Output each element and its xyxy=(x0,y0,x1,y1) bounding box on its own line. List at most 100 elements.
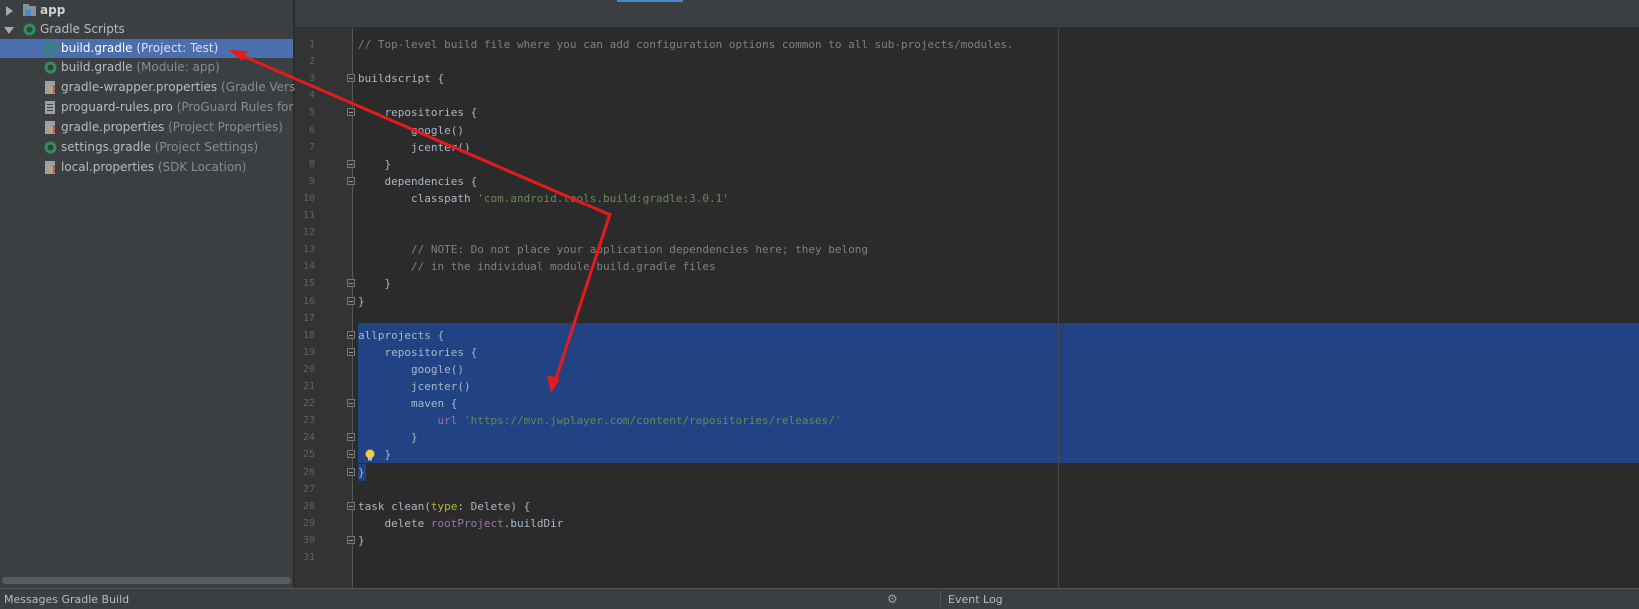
line-number: 24 xyxy=(302,432,315,444)
gradle-file-icon xyxy=(44,141,57,154)
line-number: 1 xyxy=(308,39,315,50)
properties-file-icon xyxy=(45,81,55,94)
line-number: 15 xyxy=(302,278,315,290)
code-line: // in the individual module build.gradle… xyxy=(358,258,716,275)
line-number: 9 xyxy=(308,175,315,187)
code-token: } xyxy=(358,533,365,547)
selection-highlight xyxy=(358,322,1639,464)
fold-marker-icon[interactable] xyxy=(347,330,355,339)
collapse-arrow-icon[interactable] xyxy=(4,27,14,34)
horizontal-scrollbar[interactable] xyxy=(2,577,291,584)
line-number: 28 xyxy=(302,500,315,512)
tree-item-label: gradle.properties xyxy=(61,120,165,134)
gradle-file-icon xyxy=(44,42,57,55)
tree-item-hint: (Project Settings) xyxy=(150,140,259,154)
code-token: type xyxy=(430,499,458,513)
fold-marker-icon[interactable] xyxy=(347,347,355,356)
line-number: 30 xyxy=(302,534,315,546)
code-line: google() xyxy=(358,122,464,139)
line-number: 25 xyxy=(302,449,315,461)
fold-marker-icon[interactable] xyxy=(347,399,355,408)
fold-marker-icon[interactable] xyxy=(347,74,355,83)
active-tab-indicator xyxy=(617,0,683,2)
code-token: rootProject xyxy=(430,516,504,530)
code-token: // NOTE: Do not place your application d… xyxy=(358,243,868,257)
code-token: dependencies { xyxy=(358,174,478,188)
tree-item-build-gradle-module[interactable]: build.gradle (Module: app) xyxy=(0,58,293,77)
code-line: } xyxy=(358,275,391,292)
tree-item-hint: (Module: app) xyxy=(132,60,220,74)
code-token: } xyxy=(358,431,418,445)
code-line: repositories { xyxy=(358,344,477,361)
fold-marker-icon[interactable] xyxy=(347,501,355,510)
tree-item-gradle-properties[interactable]: gradle.properties (Project Properties) xyxy=(0,118,293,137)
tree-item-app[interactable]: app xyxy=(0,1,293,20)
tree-item-hint: (SDK Location) xyxy=(154,160,247,174)
line-number: 12 xyxy=(302,227,315,239)
tree-item-build-gradle-project[interactable]: build.gradle (Project: Test) xyxy=(0,39,293,58)
line-number: 13 xyxy=(302,244,315,256)
code-token: .buildDir xyxy=(503,516,564,530)
fold-marker-icon[interactable] xyxy=(347,450,355,459)
line-number: 29 xyxy=(302,517,315,529)
properties-file-icon xyxy=(45,121,55,134)
code-line: repositories { xyxy=(358,104,477,121)
line-number: 31 xyxy=(302,552,315,563)
code-line: google() xyxy=(358,361,464,378)
code-line: allprojects { xyxy=(358,327,444,344)
code-token: allprojects { xyxy=(358,328,445,342)
project-tree: app Gradle Scripts build.gradle (Project… xyxy=(0,0,325,588)
lightbulb-icon[interactable] xyxy=(364,449,376,461)
tree-item-proguard-rules[interactable]: proguard-rules.pro (ProGuard Rules for a… xyxy=(0,98,325,117)
code-line: // Top-level build file where you can ad… xyxy=(358,36,1014,53)
code-token: } xyxy=(358,277,392,291)
code-token: task clean( xyxy=(358,499,431,513)
code-token: repositories { xyxy=(358,106,478,120)
code-line: jcenter() xyxy=(358,378,471,395)
code-line: } xyxy=(358,156,391,173)
event-log-label[interactable]: Event Log xyxy=(948,593,1003,606)
code-token: // in the individual module build.gradle… xyxy=(358,260,716,274)
line-number: 4 xyxy=(308,90,315,102)
fold-marker-icon[interactable] xyxy=(347,176,355,185)
line-number: 6 xyxy=(308,124,315,136)
gradle-file-icon xyxy=(44,61,57,74)
code-token: 'https://mvn.jwplayer.com/content/reposi… xyxy=(463,414,842,428)
tree-item-gradle-scripts[interactable]: Gradle Scripts xyxy=(0,20,293,39)
code-line: buildscript { xyxy=(358,70,444,87)
code-token: maven { xyxy=(358,397,458,411)
fold-marker-icon[interactable] xyxy=(347,296,355,305)
line-number: 27 xyxy=(302,483,315,495)
fold-marker-icon[interactable] xyxy=(347,535,355,544)
right-margin-guide xyxy=(1058,28,1059,588)
fold-marker-icon[interactable] xyxy=(347,433,355,442)
code-token: google() xyxy=(358,362,464,376)
gear-icon[interactable]: ⚙ xyxy=(887,592,898,606)
line-number: 17 xyxy=(302,312,315,324)
tree-item-label: gradle-wrapper.properties xyxy=(61,80,218,94)
fold-marker-icon[interactable] xyxy=(347,279,355,288)
fold-marker-icon[interactable] xyxy=(347,108,355,117)
messages-tool-label[interactable]: Messages Gradle Build xyxy=(4,593,129,606)
code-line: url 'https://mvn.jwplayer.com/content/re… xyxy=(358,412,841,429)
line-number: 22 xyxy=(302,398,315,410)
tree-item-settings-gradle[interactable]: settings.gradle (Project Settings) xyxy=(0,138,293,157)
line-number: 14 xyxy=(302,261,315,273)
fold-marker-icon[interactable] xyxy=(347,467,355,476)
folder-icon xyxy=(23,4,36,16)
tree-item-gradle-wrapper-properties[interactable]: gradle-wrapper.properties (Gradle Versio… xyxy=(0,78,318,97)
code-line: maven { xyxy=(358,395,457,412)
tree-item-local-properties[interactable]: local.properties (SDK Location) xyxy=(0,158,293,177)
code-editor[interactable] xyxy=(353,28,1639,588)
line-number: 5 xyxy=(308,107,315,119)
fold-marker-icon[interactable] xyxy=(347,159,355,168)
expand-arrow-icon[interactable] xyxy=(6,6,13,16)
tree-item-label: local.properties xyxy=(61,160,155,174)
line-number: 8 xyxy=(308,158,315,170)
tree-item-hint: (Project: Test) xyxy=(132,41,219,55)
code-token: repositories { xyxy=(358,345,478,359)
line-number: 11 xyxy=(302,210,315,221)
code-line: delete rootProject.buildDir xyxy=(358,515,563,532)
line-number: 21 xyxy=(302,381,315,392)
tree-item-hint: (Project Properties) xyxy=(164,120,283,134)
